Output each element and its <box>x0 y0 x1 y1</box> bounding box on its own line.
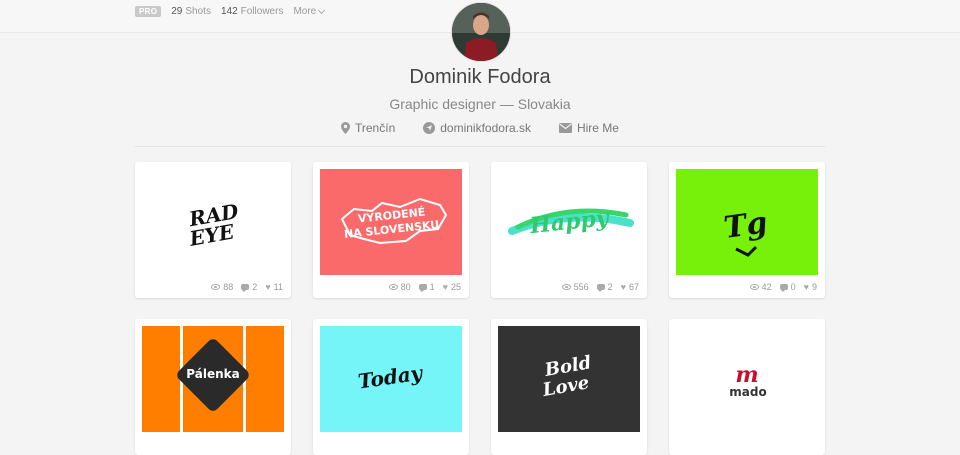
comment-icon <box>241 284 250 292</box>
comments[interactable]: 2 <box>241 282 257 292</box>
shot-stats: 42 0 ♥ 9 <box>749 282 817 292</box>
heart-icon: ♥ <box>265 281 271 292</box>
comments[interactable]: 2 <box>596 282 613 292</box>
eye-icon <box>561 284 571 290</box>
pro-badge: PRO <box>135 6 162 17</box>
bold-love-art: Bold Love <box>498 326 640 432</box>
tg-art: Tg <box>676 169 818 275</box>
profile-bio: Graphic designer — Slovakia <box>389 96 571 112</box>
profile-name: Dominik Fodora <box>409 66 551 88</box>
shot-thumbnail[interactable]: Happy <box>498 169 640 275</box>
likes[interactable]: ♥ 67 <box>621 282 639 292</box>
shot-card[interactable]: VYRODENÉ NA SLOVENSKU 80 1 ♥ 25 <box>313 162 469 298</box>
followers-stat[interactable]: 142 Followers <box>221 6 283 17</box>
shot-thumbnail[interactable]: Today <box>320 326 462 432</box>
eye-icon <box>388 284 398 290</box>
today-art: Today <box>320 326 462 432</box>
more-label: More <box>293 6 317 17</box>
mail-icon <box>558 123 572 133</box>
shot-thumbnail[interactable]: RAD EYE <box>142 169 284 275</box>
mado-art: m mado <box>676 326 818 432</box>
location-pin-icon <box>341 122 350 134</box>
shot-thumbnail[interactable]: Bold Love <box>498 326 640 432</box>
comment-icon <box>418 284 427 292</box>
more-dropdown[interactable]: More <box>293 6 326 17</box>
views: 88 <box>211 282 233 292</box>
shot-card[interactable]: Happy 556 2 ♥ 67 <box>491 162 647 298</box>
shots-stat[interactable]: 29 Shots <box>171 6 211 17</box>
views: 556 <box>561 282 589 292</box>
svg-text:mado: mado <box>729 385 766 399</box>
stats: PRO 29 Shots 142 Followers More <box>135 6 326 17</box>
comments[interactable]: 0 <box>779 282 796 292</box>
likes[interactable]: ♥ 11 <box>265 282 283 292</box>
shot-thumbnail[interactable]: VYRODENÉ NA SLOVENSKU <box>320 169 462 275</box>
shot-thumbnail[interactable]: Pálenka <box>142 326 284 432</box>
shots-count: 29 <box>171 6 183 17</box>
shot-card[interactable]: Bold Love <box>491 319 647 455</box>
shot-thumbnail[interactable]: m mado <box>676 326 818 432</box>
shot-card[interactable]: Pálenka <box>135 319 291 455</box>
palenka-art: Pálenka <box>142 326 284 432</box>
shots-label: Shots <box>185 6 211 17</box>
shot-card[interactable]: Today <box>313 319 469 455</box>
shot-card[interactable]: m mado <box>669 319 825 455</box>
comment-icon <box>596 284 605 292</box>
location-text: Trenčín <box>355 121 396 135</box>
rad-eye-art: RAD EYE <box>142 169 284 275</box>
profile-links: Trenčín dominikfodora.sk Hire Me <box>0 121 960 135</box>
hire-me-link[interactable]: Hire Me <box>558 121 619 135</box>
hire-me-text: Hire Me <box>576 121 619 135</box>
shot-stats: 80 1 ♥ 25 <box>388 282 461 292</box>
likes[interactable]: ♥ 25 <box>443 282 461 292</box>
avatar-image <box>452 3 510 61</box>
likes[interactable]: ♥ 9 <box>804 282 817 292</box>
website-link[interactable]: dominikfodora.sk <box>423 121 531 135</box>
chevron-down-icon <box>318 6 326 14</box>
shot-card[interactable]: Tg 42 0 ♥ 9 <box>669 162 825 298</box>
eye-icon <box>211 284 221 290</box>
comments[interactable]: 1 <box>418 282 435 292</box>
followers-label: Followers <box>240 6 284 17</box>
globe-icon <box>423 122 436 134</box>
avatar[interactable] <box>451 2 511 62</box>
comment-icon <box>779 284 788 292</box>
shot-card[interactable]: RAD EYE 88 2 ♥ 11 <box>135 162 291 298</box>
eye-icon <box>749 284 759 290</box>
heart-icon: ♥ <box>803 281 809 292</box>
svg-text:Tg: Tg <box>722 205 770 246</box>
heart-icon: ♥ <box>620 281 626 292</box>
location-link[interactable]: Trenčín <box>341 121 395 135</box>
followers-count: 142 <box>220 6 238 17</box>
shot-thumbnail[interactable]: Tg <box>676 169 818 275</box>
heart-icon: ♥ <box>442 281 448 292</box>
svg-text:Pálenka: Pálenka <box>186 367 239 381</box>
shot-stats: 556 2 ♥ 67 <box>561 282 639 292</box>
views: 80 <box>388 282 411 292</box>
divider <box>135 146 825 147</box>
shot-stats: 88 2 ♥ 11 <box>211 282 283 292</box>
website-text: dominikfodora.sk <box>440 121 531 135</box>
happy-art: Happy <box>498 169 640 275</box>
vyrodene-art: VYRODENÉ NA SLOVENSKU <box>320 169 462 275</box>
views: 42 <box>749 282 772 292</box>
